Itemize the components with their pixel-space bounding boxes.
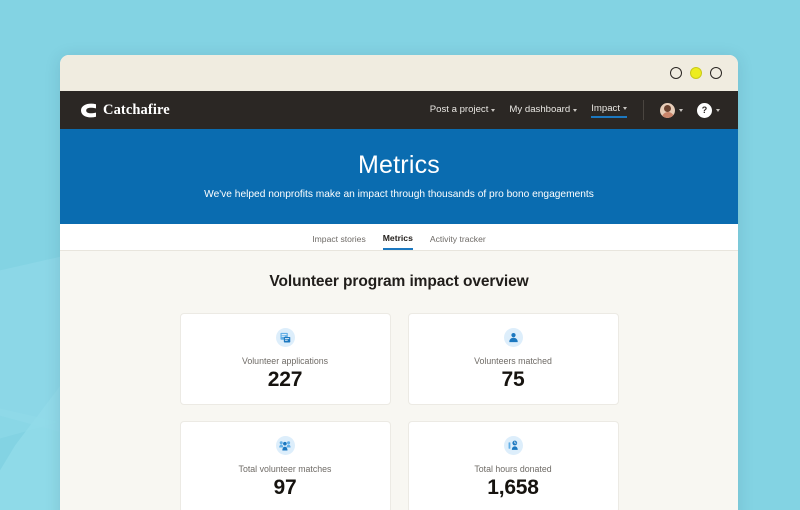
brand-logo[interactable]: Catchafire xyxy=(80,102,170,119)
person-icon xyxy=(503,328,523,347)
minimize-button-icon[interactable] xyxy=(690,67,702,79)
metric-label: Total hours donated xyxy=(474,464,552,474)
clock-hours-icon xyxy=(503,436,523,455)
chevron-down-icon xyxy=(573,108,578,112)
nav-links: Post a project My dashboard Impact ? xyxy=(430,100,720,120)
metric-label: Volunteer applications xyxy=(241,356,329,366)
metric-card-total-hours-donated[interactable]: Total hours donated 1,658 xyxy=(407,421,619,510)
nav-item-my-dashboard[interactable]: My dashboard xyxy=(509,104,578,116)
browser-window: Catchafire Post a project My dashboard I… xyxy=(60,55,738,510)
section-heading: Volunteer program impact overview xyxy=(269,273,529,290)
metric-value: 97 xyxy=(273,476,297,499)
metric-card-total-volunteer-matches[interactable]: Total volunteer matches 97 xyxy=(179,421,391,510)
metric-value: 1,658 xyxy=(487,476,539,499)
top-navigation-bar: Catchafire Post a project My dashboard I… xyxy=(60,91,738,129)
nav-item-label: Post a project xyxy=(429,104,489,115)
nav-item-label: My dashboard xyxy=(509,104,571,115)
chevron-down-icon xyxy=(491,108,496,112)
people-group-icon xyxy=(275,436,295,455)
question-mark-icon: ? xyxy=(697,102,712,118)
metric-card-volunteers-matched[interactable]: Volunteers matched 75 xyxy=(407,313,619,405)
main-content: Volunteer program impact overview Volunt… xyxy=(60,251,738,510)
account-menu[interactable] xyxy=(660,102,683,118)
catchafire-logo-icon xyxy=(81,103,96,117)
tab-activity-tracker[interactable]: Activity tracker xyxy=(430,234,486,250)
tab-metrics[interactable]: Metrics xyxy=(382,233,413,250)
avatar xyxy=(660,102,675,118)
page-subtitle: We've helped nonprofits make an impact t… xyxy=(204,189,594,200)
chevron-down-icon xyxy=(679,109,683,112)
nav-item-impact[interactable]: Impact xyxy=(591,103,627,118)
section-tabs: Impact stories Metrics Activity tracker xyxy=(60,224,738,251)
chevron-down-icon xyxy=(716,109,720,112)
metric-label: Total volunteer matches xyxy=(238,464,332,474)
tab-impact-stories[interactable]: Impact stories xyxy=(312,234,366,250)
screenshot-stage: Catchafire Post a project My dashboard I… xyxy=(0,0,800,510)
application-document-icon xyxy=(275,328,295,347)
nav-item-label: Impact xyxy=(591,102,620,114)
nav-item-post-a-project[interactable]: Post a project xyxy=(430,104,496,116)
metric-value: 227 xyxy=(267,368,303,391)
window-chrome xyxy=(60,55,738,91)
metric-label: Volunteers matched xyxy=(474,356,552,366)
traffic-lights xyxy=(670,67,722,79)
metric-card-volunteer-applications[interactable]: Volunteer applications 227 xyxy=(179,313,391,405)
help-menu[interactable]: ? xyxy=(697,102,720,118)
metric-value: 75 xyxy=(501,368,525,391)
page-hero: Metrics We've helped nonprofits make an … xyxy=(60,129,738,224)
brand-name: Catchafire xyxy=(103,101,170,118)
close-button-icon[interactable] xyxy=(670,67,682,79)
metric-card-grid: Volunteer applications 227 Volunteers ma… xyxy=(60,313,738,510)
page-title: Metrics xyxy=(358,151,440,179)
nav-divider xyxy=(643,100,644,120)
maximize-button-icon[interactable] xyxy=(710,67,722,79)
chevron-down-icon xyxy=(623,107,627,110)
